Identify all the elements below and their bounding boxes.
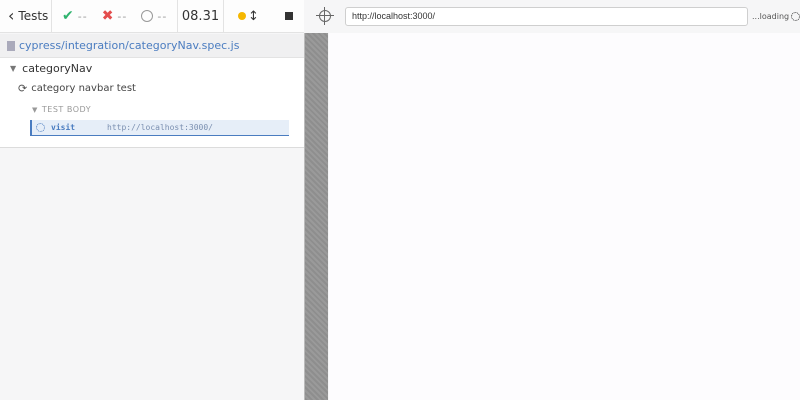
caret-down-icon: ▼ xyxy=(32,105,38,114)
test-title: category navbar test xyxy=(31,83,136,94)
refresh-icon: ⟳ xyxy=(18,82,28,95)
runnables-panel: ▼ categoryNav ⟳ category navbar test ▼ T… xyxy=(0,58,304,148)
reporter-header: ‹ Tests ✔ -- ✖ -- -- 08.31 ↕ xyxy=(0,0,304,33)
loading-indicator: ...loading xyxy=(752,12,800,21)
tests-label: Tests xyxy=(18,9,49,23)
panel-splitter[interactable] xyxy=(304,33,328,400)
chevron-left-icon: ‹ xyxy=(8,6,15,25)
pending-stat: -- xyxy=(141,10,167,23)
caret-down-icon: ▼ xyxy=(10,64,17,73)
stop-icon[interactable] xyxy=(284,12,293,20)
test-stats: ✔ -- ✖ -- -- xyxy=(52,0,178,32)
pending-count: -- xyxy=(157,9,168,23)
spinner-icon xyxy=(791,12,800,21)
failed-stat: ✖ -- xyxy=(102,8,128,24)
tests-button[interactable]: ‹ Tests xyxy=(0,0,52,32)
passed-count: -- xyxy=(77,9,88,23)
url-field[interactable]: http://localhost:3000/ xyxy=(345,7,748,26)
spinner-icon xyxy=(36,123,45,132)
duration: 08.31 xyxy=(178,0,224,32)
app-preview-frame[interactable] xyxy=(329,33,800,400)
circle-icon xyxy=(141,10,154,22)
command-name: visit xyxy=(51,123,76,132)
spec-path-link[interactable]: cypress/integration/categoryNav.spec.js xyxy=(19,39,239,52)
passed-stat: ✔ -- xyxy=(62,8,88,24)
check-icon: ✔ xyxy=(62,8,74,24)
suite-row[interactable]: ▼ categoryNav xyxy=(10,62,92,75)
spec-path-row: cypress/integration/categoryNav.spec.js xyxy=(0,34,304,58)
loading-text: ...loading xyxy=(752,12,790,21)
suite-title: categoryNav xyxy=(22,62,93,75)
crosshair-icon[interactable] xyxy=(316,7,334,25)
command-row[interactable]: visit http://localhost:3000/ xyxy=(30,120,289,136)
run-controls: ↕ xyxy=(224,0,304,32)
test-body-toggle[interactable]: ▼ TEST BODY xyxy=(32,105,91,114)
file-icon xyxy=(7,40,15,51)
auto-scroll-toggle-icon[interactable]: ↕ xyxy=(248,9,259,24)
running-indicator-icon xyxy=(238,12,246,20)
test-row[interactable]: ⟳ category navbar test xyxy=(18,82,136,95)
x-icon: ✖ xyxy=(101,8,114,24)
command-message: http://localhost:3000/ xyxy=(107,123,213,132)
failed-count: -- xyxy=(117,9,128,23)
aut-header: http://localhost:3000/ ...loading xyxy=(304,0,800,33)
test-body-label: TEST BODY xyxy=(41,105,92,114)
